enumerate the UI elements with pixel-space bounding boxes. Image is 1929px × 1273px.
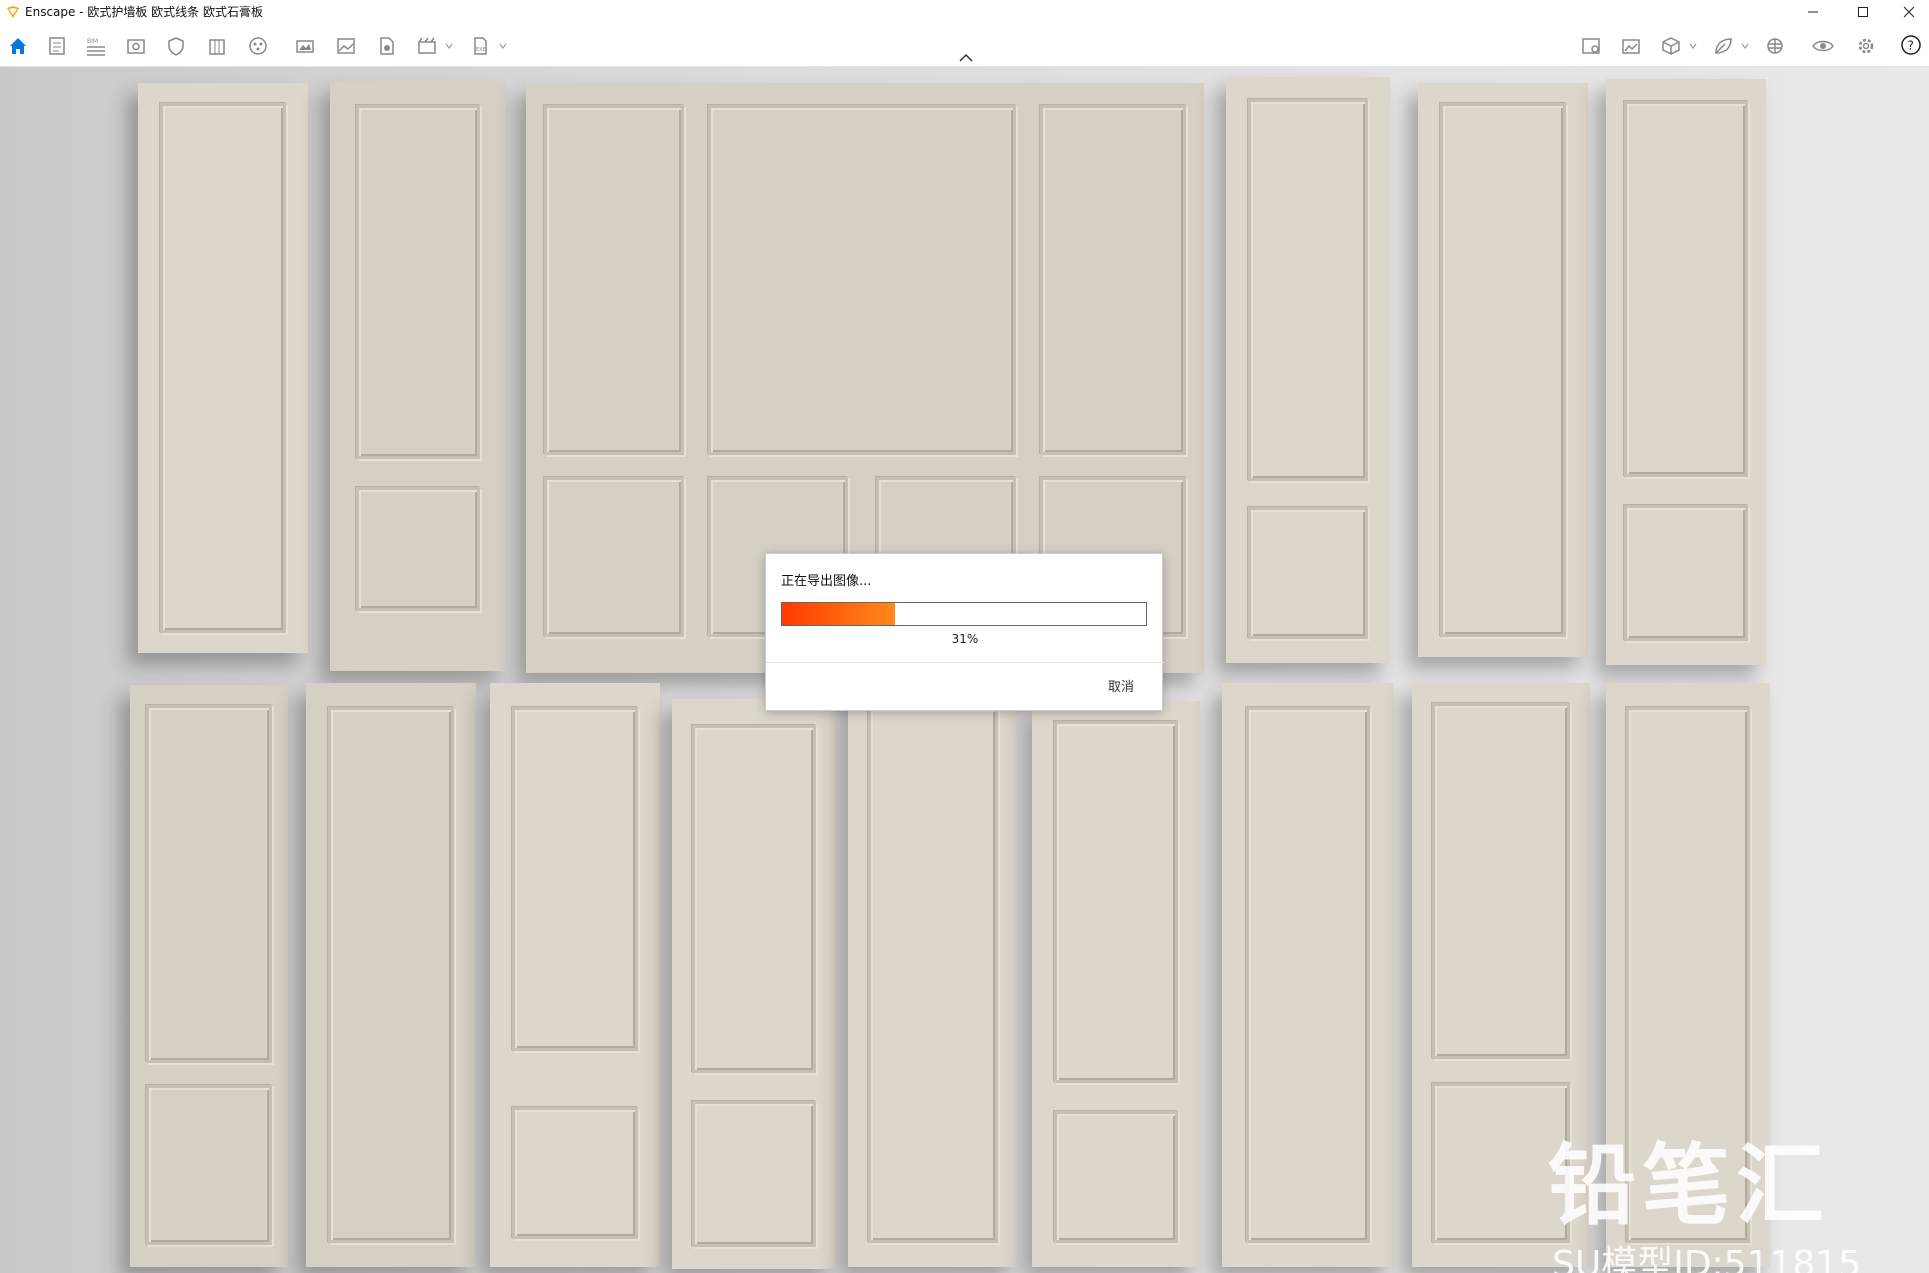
screenshot-button[interactable]	[1618, 33, 1644, 59]
export-button[interactable]: EXE	[467, 33, 493, 59]
screenshot-icon	[1622, 39, 1640, 54]
export-status-message: 正在导出图像...	[781, 574, 872, 589]
batch-render-icon	[380, 37, 394, 55]
close-button[interactable]	[1886, 0, 1929, 23]
leaf-icon	[1715, 38, 1732, 54]
wall-panel	[672, 699, 836, 1269]
shield-button[interactable]	[163, 33, 189, 59]
wall-panel	[330, 81, 506, 671]
wall-panel	[848, 683, 1018, 1267]
title-bar: Enscape - 欧式护墙板 欧式线条 欧式石膏板	[0, 0, 1929, 23]
wall-panel	[1226, 77, 1390, 663]
leaf-button[interactable]	[1710, 33, 1736, 59]
asset-library-icon	[249, 37, 267, 55]
home-icon	[10, 38, 26, 54]
eye-icon	[1812, 40, 1834, 52]
image-button[interactable]	[333, 33, 359, 59]
export-dropdown-icon[interactable]	[498, 41, 508, 51]
enscape-logo-icon	[7, 5, 19, 18]
sync-icon	[1767, 38, 1783, 54]
visibility-button[interactable]	[1810, 33, 1836, 59]
video-editor-icon	[418, 37, 436, 54]
help-icon[interactable]: ?	[1900, 34, 1922, 56]
sync-button[interactable]	[1762, 33, 1788, 59]
svg-text:EXE: EXE	[476, 47, 486, 53]
dialog-divider	[766, 662, 1164, 663]
home-button[interactable]	[5, 33, 31, 59]
document-icon	[49, 37, 65, 55]
map-icon	[1582, 38, 1600, 54]
video-editor-dropdown-icon[interactable]	[444, 41, 454, 51]
map-button[interactable]	[1578, 33, 1604, 59]
watermark-brand: 铅笔汇	[1548, 1134, 1831, 1237]
panorama-button[interactable]	[292, 33, 318, 59]
panorama-icon	[296, 40, 314, 53]
wall-panel	[1418, 83, 1588, 657]
cube-icon	[1662, 37, 1680, 55]
asset-library-button[interactable]	[245, 33, 271, 59]
video-editor-button[interactable]	[414, 33, 440, 59]
wall-panel	[138, 83, 308, 653]
batch-render-button[interactable]	[373, 33, 399, 59]
settings-button[interactable]	[1853, 33, 1879, 59]
collapse-toolbar-icon[interactable]	[957, 52, 975, 64]
document-button[interactable]	[44, 33, 70, 59]
wall-panel	[1222, 683, 1394, 1267]
minimize-icon	[1808, 11, 1818, 12]
maximize-button[interactable]	[1840, 0, 1886, 23]
building-button[interactable]	[204, 33, 230, 59]
shield-icon	[168, 37, 184, 56]
wall-panel	[1032, 701, 1200, 1267]
window-title: Enscape - 欧式护墙板 欧式线条 欧式石膏板	[25, 5, 263, 19]
wall-panel	[490, 683, 660, 1267]
close-icon	[1903, 6, 1915, 17]
wall-panel	[1606, 79, 1766, 665]
svg-text:BIM: BIM	[87, 38, 98, 45]
bim-button[interactable]: BIM	[83, 33, 109, 59]
watermark-model-id: SU模型ID:511815	[1552, 1244, 1862, 1273]
wall-panel	[130, 685, 288, 1267]
export-progress-label: 31%	[951, 632, 979, 646]
view-icon	[127, 39, 145, 54]
cube-button[interactable]	[1658, 33, 1684, 59]
minimize-button[interactable]	[1790, 0, 1836, 23]
leaf-dropdown-icon[interactable]	[1740, 41, 1750, 51]
maximize-icon	[1858, 6, 1868, 17]
export-progress-bar	[781, 602, 1147, 626]
export-progress-dialog: 正在导出图像... 31% 取消	[765, 553, 1164, 711]
bim-icon: BIM	[87, 38, 105, 56]
cancel-button[interactable]: 取消	[1096, 674, 1146, 696]
export-icon: EXE	[474, 37, 487, 55]
image-icon	[337, 38, 355, 54]
view-button[interactable]	[123, 33, 149, 59]
cube-dropdown-icon[interactable]	[1688, 41, 1698, 51]
svg-text:?: ?	[1908, 39, 1914, 53]
export-progress-fill	[782, 603, 895, 625]
wall-panel	[306, 683, 476, 1267]
building-icon	[209, 39, 225, 55]
settings-icon	[1858, 38, 1874, 54]
